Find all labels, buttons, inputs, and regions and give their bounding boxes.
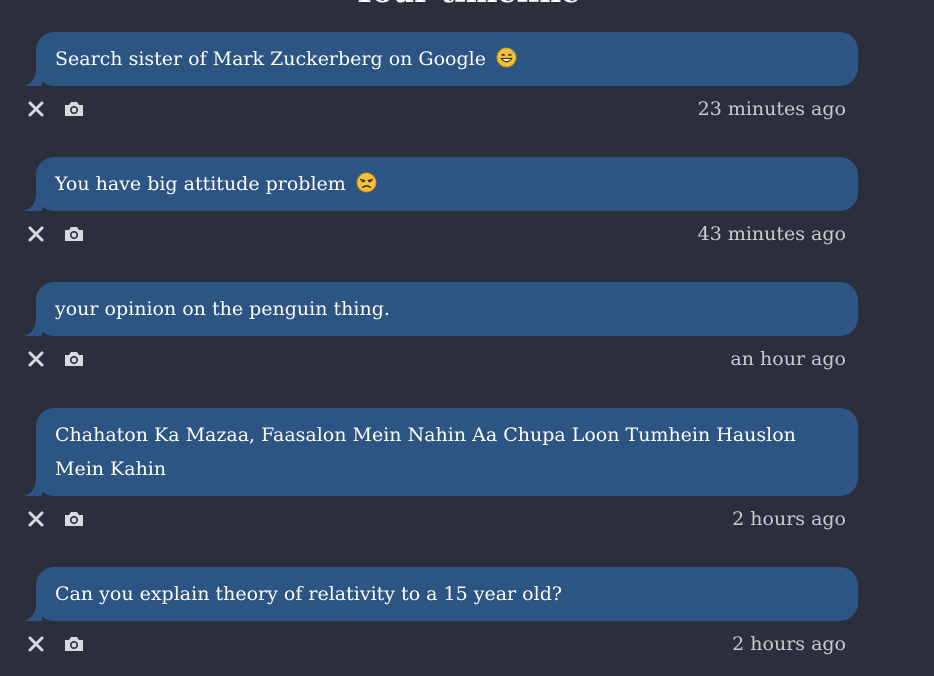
timestamp: 2 hours ago [732,508,846,530]
message-meta: 2 hours ago [24,628,858,662]
timeline-entry: Can you explain theory of relativity to … [24,567,858,662]
camera-icon[interactable] [62,222,86,246]
camera-icon[interactable] [62,347,86,371]
message-bubble[interactable]: Can you explain theory of relativity to … [24,567,858,621]
message-text: You have big attitude problem [55,173,346,195]
page-title: Your timeline [0,0,934,8]
message-bubble[interactable]: Chahaton Ka Mazaa, Faasalon Mein Nahin A… [24,408,858,496]
timeline-page: Your timeline Search sister of Mark Zuck… [0,0,934,676]
timestamp: 2 hours ago [732,633,846,655]
unamused-face-emoji-icon [356,172,377,193]
bubble-tail [24,193,42,211]
message-meta: 2 hours ago [24,503,858,537]
grinning-sweat-emoji-icon [496,47,517,68]
message-bubble[interactable]: You have big attitude problem [24,157,858,211]
message-text: Can you explain theory of relativity to … [55,583,563,605]
timestamp: 43 minutes ago [697,223,846,245]
bubble-tail [24,478,42,496]
message-text: your opinion on the penguin thing. [55,298,390,320]
bubble-tail [24,603,42,621]
message-meta: 43 minutes ago [24,218,858,252]
timeline-entry: Chahaton Ka Mazaa, Faasalon Mein Nahin A… [24,408,858,537]
timeline-entry: You have big attitude problem 43 minutes… [24,157,858,252]
message-text: Search sister of Mark Zuckerberg on Goog… [55,48,486,70]
timestamp: 23 minutes ago [697,98,846,120]
close-icon[interactable] [24,347,48,371]
camera-icon[interactable] [62,632,86,656]
bubble-tail [24,318,42,336]
bubble-tail [24,68,42,86]
camera-icon[interactable] [62,97,86,121]
close-icon[interactable] [24,97,48,121]
message-meta: an hour ago [24,343,858,377]
close-icon[interactable] [24,632,48,656]
timeline-entry: Search sister of Mark Zuckerberg on Goog… [24,32,858,127]
message-bubble[interactable]: Search sister of Mark Zuckerberg on Goog… [24,32,858,86]
timestamp: an hour ago [730,348,846,370]
message-meta: 23 minutes ago [24,93,858,127]
message-bubble[interactable]: your opinion on the penguin thing. [24,282,858,336]
message-text: Chahaton Ka Mazaa, Faasalon Mein Nahin A… [55,424,796,480]
camera-icon[interactable] [62,507,86,531]
timeline-entry: your opinion on the penguin thing. an ho… [24,282,858,377]
close-icon[interactable] [24,222,48,246]
close-icon[interactable] [24,507,48,531]
